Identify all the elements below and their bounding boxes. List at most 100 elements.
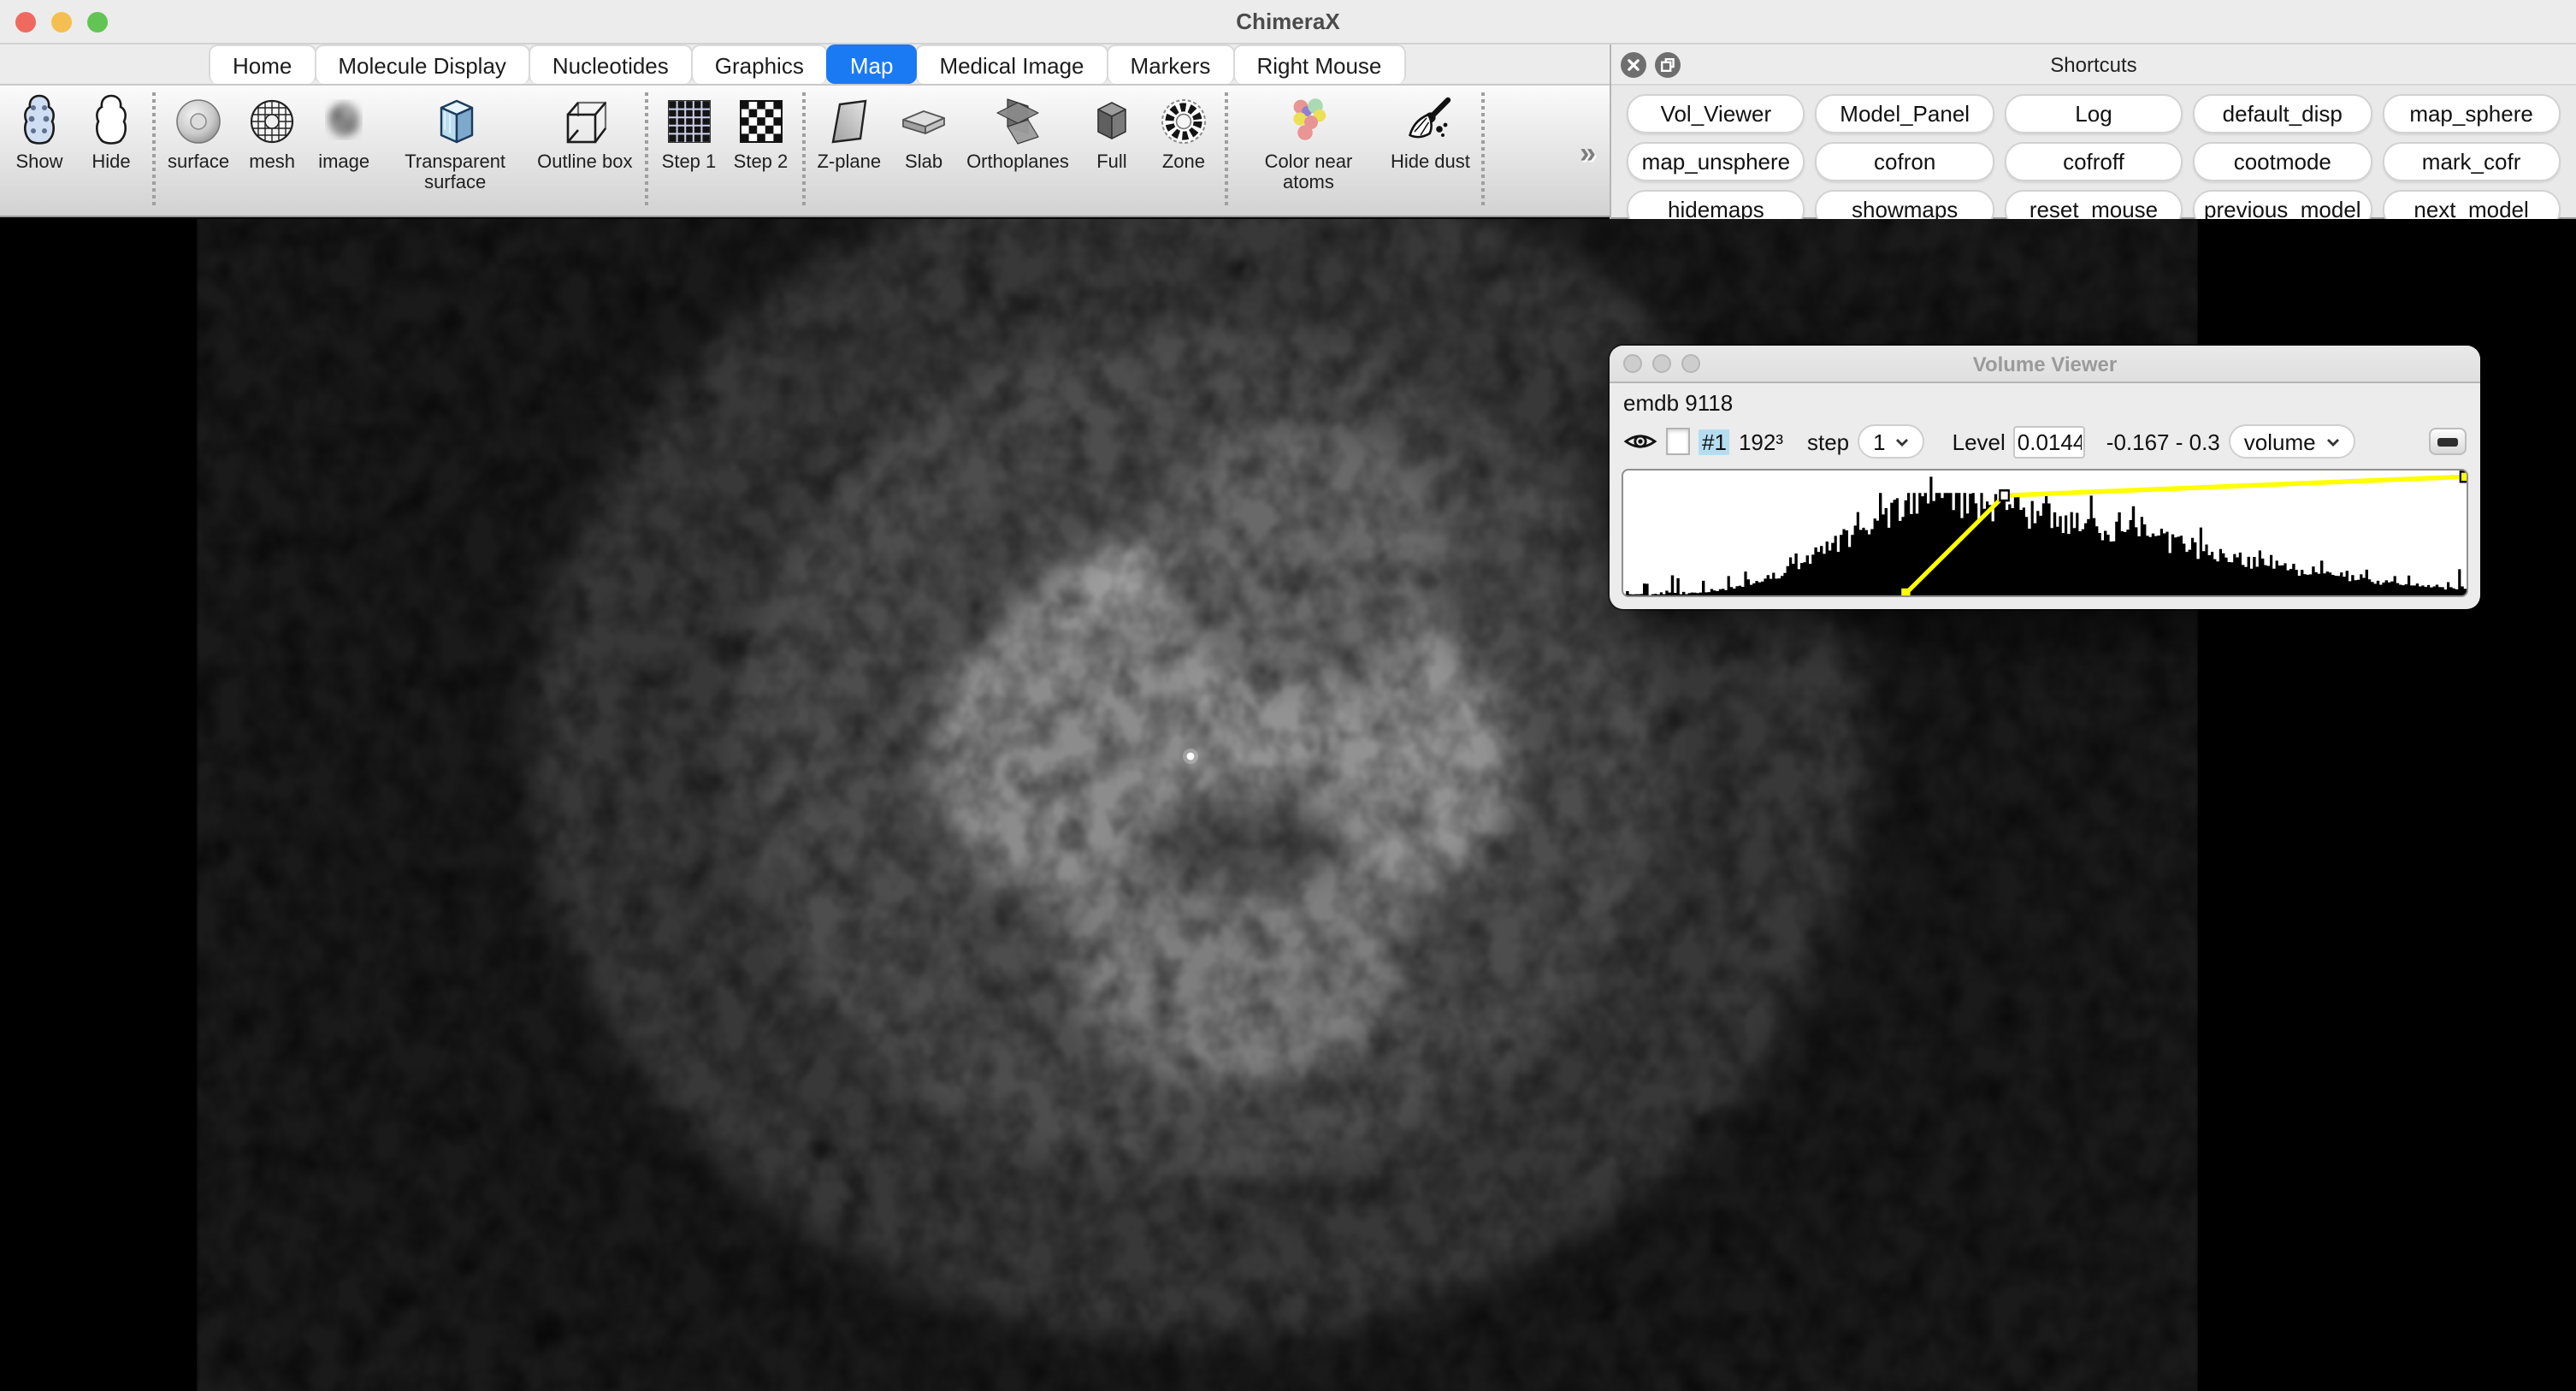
toolbar-separator xyxy=(152,92,156,205)
histogram-panel[interactable] xyxy=(1622,469,2468,597)
tab-nucleotides[interactable]: Nucleotides xyxy=(529,44,693,84)
surface-style-icon xyxy=(169,92,227,151)
window-title: ChimeraX xyxy=(1236,9,1339,34)
shortcuts-title: Shortcuts xyxy=(1611,52,2576,76)
ribbon-tabs: Home Molecule Display Nucleotides Graphi… xyxy=(0,44,1610,86)
value-range-label: -0.167 - 0.3 xyxy=(2106,429,2220,454)
toolbar-full-button[interactable]: Full xyxy=(1076,92,1148,173)
volume-controls-row: #1 192³ step 1 Level -0.167 - 0.3 volume xyxy=(1610,416,2480,462)
map-color-well[interactable] xyxy=(1666,428,1690,455)
shortcut-cootmode[interactable]: cootmode xyxy=(2193,142,2372,181)
shortcuts-panel: Shortcuts Vol_Viewer Model_Panel Log def… xyxy=(1611,44,2576,219)
image-style-icon xyxy=(315,92,373,151)
shortcut-cofron[interactable]: cofron xyxy=(1816,142,1994,181)
app-window: ChimeraX Home Molecule Display Nucleotid… xyxy=(0,0,2576,1391)
step-label: step xyxy=(1807,429,1849,454)
hide-dust-brush-icon xyxy=(1401,92,1459,151)
toolbar-hide-dust-button[interactable]: Hide dust xyxy=(1384,92,1477,173)
density-shown-icon xyxy=(10,92,68,151)
map-name-label: emdb 9118 xyxy=(1610,383,2480,416)
close-window-button[interactable] xyxy=(15,12,36,33)
zoom-window-button[interactable] xyxy=(87,12,108,33)
toolbar-color-near-atoms-button[interactable]: Color near atoms xyxy=(1233,92,1384,193)
map-size-label: 192³ xyxy=(1739,429,1783,454)
eye-icon[interactable] xyxy=(1623,429,1657,453)
panel-options-button[interactable] xyxy=(2429,428,2467,455)
model-id-badge[interactable]: #1 xyxy=(1699,429,1730,454)
level-label: Level xyxy=(1953,429,2006,454)
undock-panel-icon[interactable] xyxy=(1654,50,1681,78)
map-toolbar: Show Hide surface xyxy=(0,86,1610,217)
shortcut-cofroff[interactable]: cofroff xyxy=(2005,142,2183,181)
ribbon-area: Home Molecule Display Nucleotides Graphi… xyxy=(0,44,1611,219)
toolbar-outline-box-button[interactable]: Outline box xyxy=(530,92,639,173)
volume-viewer-window-controls xyxy=(1623,354,1700,373)
zoom-window-button[interactable] xyxy=(1681,354,1700,373)
toolbar-mesh-button[interactable]: mesh xyxy=(236,92,308,173)
toolbar-hide-button[interactable]: Hide xyxy=(75,92,147,173)
step2-checker-icon xyxy=(731,92,789,151)
toolbar-separator xyxy=(801,92,805,205)
z-plane-icon xyxy=(820,92,878,151)
cofr-marker-dot xyxy=(1187,753,1195,761)
shortcuts-header: Shortcuts xyxy=(1611,44,2576,86)
shortcut-map-unsphere[interactable]: map_unsphere xyxy=(1627,142,1805,181)
shortcuts-grid: Vol_Viewer Model_Panel Log default_disp … xyxy=(1611,86,2576,229)
histogram-bars xyxy=(1623,493,2467,595)
tab-medical-image[interactable]: Medical Image xyxy=(915,44,1108,84)
toolbar-overflow-button[interactable]: » xyxy=(1580,137,1596,171)
threshold-marker[interactable] xyxy=(1901,589,1910,595)
toolbar-image-button[interactable]: image xyxy=(308,92,380,173)
toolbar-step1-button[interactable]: Step 1 xyxy=(653,92,724,173)
mesh-style-icon xyxy=(243,92,301,151)
tab-molecule-display[interactable]: Molecule Display xyxy=(314,44,530,84)
chevron-down-icon xyxy=(1896,437,1910,446)
toolbar-zplane-button[interactable]: Z-plane xyxy=(810,92,888,173)
shortcut-log[interactable]: Log xyxy=(2005,94,2183,133)
step-select[interactable]: 1 xyxy=(1858,424,1924,459)
color-near-atoms-icon xyxy=(1279,92,1338,151)
threshold-marker[interactable] xyxy=(2000,490,2008,500)
titlebar: ChimeraX xyxy=(0,0,2576,44)
toolbar-surface-button[interactable]: surface xyxy=(161,92,236,173)
minimize-window-button[interactable] xyxy=(1652,354,1671,373)
toolbar-separator xyxy=(1225,92,1228,205)
shortcut-vol-viewer[interactable]: Vol_Viewer xyxy=(1627,94,1805,133)
volume-viewer-title: Volume Viewer xyxy=(1973,352,2118,376)
tab-markers[interactable]: Markers xyxy=(1107,44,1235,84)
chevron-down-icon xyxy=(2326,437,2340,446)
zone-icon xyxy=(1155,92,1213,151)
slab-icon xyxy=(895,92,953,151)
shortcut-default-disp[interactable]: default_disp xyxy=(2193,94,2372,133)
toolbar-slab-button[interactable]: Slab xyxy=(888,92,960,173)
tab-graphics[interactable]: Graphics xyxy=(691,44,828,84)
close-panel-icon[interactable] xyxy=(1620,50,1647,78)
shortcut-model-panel[interactable]: Model_Panel xyxy=(1816,94,1994,133)
volume-viewer-window: Volume Viewer emdb 9118 #1 192³ step 1 L… xyxy=(1610,346,2480,609)
threshold-marker[interactable] xyxy=(2461,471,2467,482)
toolbar-step2-button[interactable]: Step 2 xyxy=(724,92,796,173)
minus-bar-icon xyxy=(2437,437,2458,446)
toolbar-show-button[interactable]: Show xyxy=(3,92,75,173)
toolbar-transparent-surface-button[interactable]: Transparent surface xyxy=(380,92,530,193)
toolbar-separator xyxy=(1482,92,1486,205)
transparent-surface-icon xyxy=(426,92,484,151)
density-hidden-icon xyxy=(82,92,140,151)
toolbar-zone-button[interactable]: Zone xyxy=(1148,92,1220,173)
window-controls xyxy=(15,12,108,33)
shortcut-mark-cofr[interactable]: mark_cofr xyxy=(2382,142,2561,181)
level-input[interactable] xyxy=(2014,425,2086,458)
toolbar-separator xyxy=(644,92,647,205)
full-region-icon xyxy=(1083,92,1141,151)
step1-grid-icon xyxy=(659,92,718,151)
tab-home[interactable]: Home xyxy=(209,44,316,84)
minimize-window-button[interactable] xyxy=(51,12,72,33)
toolbar-orthoplanes-button[interactable]: Orthoplanes xyxy=(960,92,1076,173)
display-style-select[interactable]: volume xyxy=(2229,424,2355,459)
volume-viewer-titlebar[interactable]: Volume Viewer xyxy=(1610,346,2480,383)
tab-right-mouse[interactable]: Right Mouse xyxy=(1232,44,1405,84)
close-window-button[interactable] xyxy=(1623,354,1642,373)
tab-map[interactable]: Map xyxy=(826,44,918,84)
outline-box-icon xyxy=(556,92,614,151)
shortcut-map-sphere[interactable]: map_sphere xyxy=(2382,94,2561,133)
